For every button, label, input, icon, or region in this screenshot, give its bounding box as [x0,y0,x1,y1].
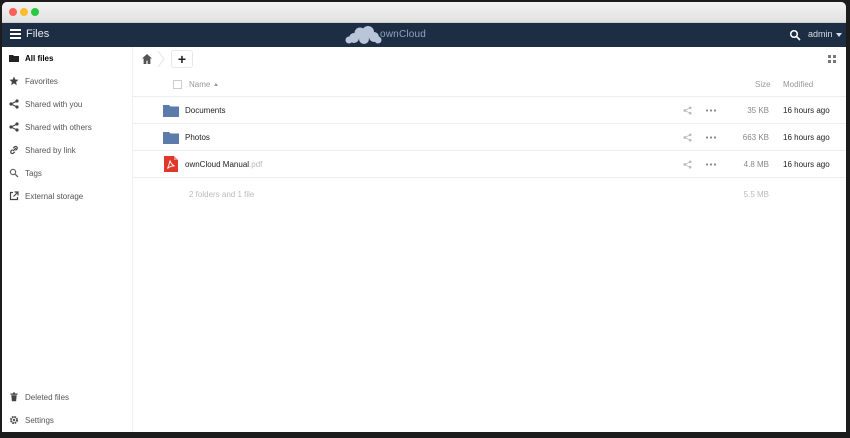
share-icon [9,122,19,132]
home-icon[interactable] [141,53,153,65]
folder-icon [163,132,179,144]
summary-text: 2 folders and 1 file [189,190,255,199]
share-icon[interactable] [683,133,692,142]
file-size: 35 KB [747,106,769,115]
gear-icon [10,416,18,424]
external-icon [9,191,19,201]
username: admin [808,29,833,39]
sidebar-item-tags[interactable]: Tags [2,164,133,184]
file-name-text: Photos [185,133,210,142]
file-size: 663 KB [742,133,769,142]
sidebar-item-label: Favorites [25,77,58,86]
file-name[interactable]: Documents [185,106,225,115]
close-window-button[interactable] [9,8,17,16]
file-modified: 16 hours ago [783,160,830,169]
sidebar-item-shared-with-you[interactable]: Shared with you [2,95,133,115]
tag-icon [9,168,19,178]
logo-text: ownCloud [380,29,427,40]
more-options-icon[interactable] [705,160,717,169]
file-name-text: Documents [185,106,226,115]
table-row[interactable]: Photos 663 KB 16 hours ago [133,124,846,151]
sidebar-item-label: External storage [25,192,84,201]
file-name-text: ownCloud Manual [185,160,250,169]
name-column-header[interactable]: Name [189,80,219,89]
sidebar-item-shared-with-others[interactable]: Shared with others [2,118,133,138]
sidebar-item-label: Tags [25,169,42,178]
name-header-label: Name [189,80,211,89]
folder-icon [9,55,19,62]
sidebar-item-favorites[interactable]: Favorites [2,72,133,92]
file-extension: .pdf [249,160,263,169]
sidebar-item-settings[interactable]: Settings [2,411,133,431]
table-row[interactable]: ownCloud Manual.pdf 4.8 MB 16 hours ago [133,151,846,178]
sidebar-item-label: Deleted files [25,393,70,402]
star-icon [9,76,19,86]
app-header: Files ownCloud admin [2,23,846,47]
select-all-checkbox[interactable] [173,80,182,89]
sidebar-item-shared-by-link[interactable]: Shared by link [2,141,133,161]
table-header: Name Size Modified [133,71,846,97]
share-icon[interactable] [683,106,692,115]
new-button[interactable]: + [171,50,193,68]
app-title: Files [26,28,50,40]
more-options-icon[interactable] [705,106,717,115]
table-summary: 2 folders and 1 file 5.5 MB [133,187,846,201]
more-options-icon[interactable] [705,133,717,142]
table-row[interactable]: Documents 35 KB 16 hours ago [133,97,846,124]
window-titlebar [2,2,846,23]
maximize-window-button[interactable] [31,8,39,16]
file-size: 4.8 MB [743,160,769,169]
breadcrumb-separator-icon [157,51,165,67]
folder-icon [163,105,179,117]
link-icon [10,145,18,155]
sidebar-item-label: Shared with you [25,100,83,109]
caret-down-icon [835,32,842,37]
menu-icon[interactable] [10,29,21,40]
controls-bar: + [133,47,846,71]
share-icon [9,99,19,109]
sidebar-item-label: Settings [25,416,54,425]
file-name[interactable]: ownCloud Manual.pdf [185,160,262,169]
owncloud-logo-icon [345,26,382,44]
sort-ascending-icon [214,83,219,87]
sidebar-item-external-storage[interactable]: External storage [2,187,133,207]
trash-icon [10,392,18,402]
app-window: Files ownCloud admin All files Favorites… [2,2,846,432]
search-icon[interactable] [789,29,801,41]
file-modified: 16 hours ago [783,133,830,142]
sidebar-item-label: All files [25,54,54,63]
user-menu[interactable]: admin [808,29,842,39]
sidebar-item-label: Shared by link [25,146,76,155]
summary-size: 5.5 MB [743,190,769,199]
file-name[interactable]: Photos [185,133,210,142]
share-icon[interactable] [683,160,692,169]
sidebar-item-deleted-files[interactable]: Deleted files [2,388,133,408]
file-modified: 16 hours ago [783,106,830,115]
size-column-header[interactable]: Size [755,80,771,89]
pdf-file-icon [164,156,178,172]
grid-view-icon[interactable] [828,55,836,63]
sidebar-item-label: Shared with others [25,123,92,132]
modified-column-header[interactable]: Modified [783,80,813,89]
sidebar: All files Favorites Shared with you Shar… [2,47,133,432]
sidebar-item-all-files[interactable]: All files [2,49,133,69]
minimize-window-button[interactable] [20,8,28,16]
